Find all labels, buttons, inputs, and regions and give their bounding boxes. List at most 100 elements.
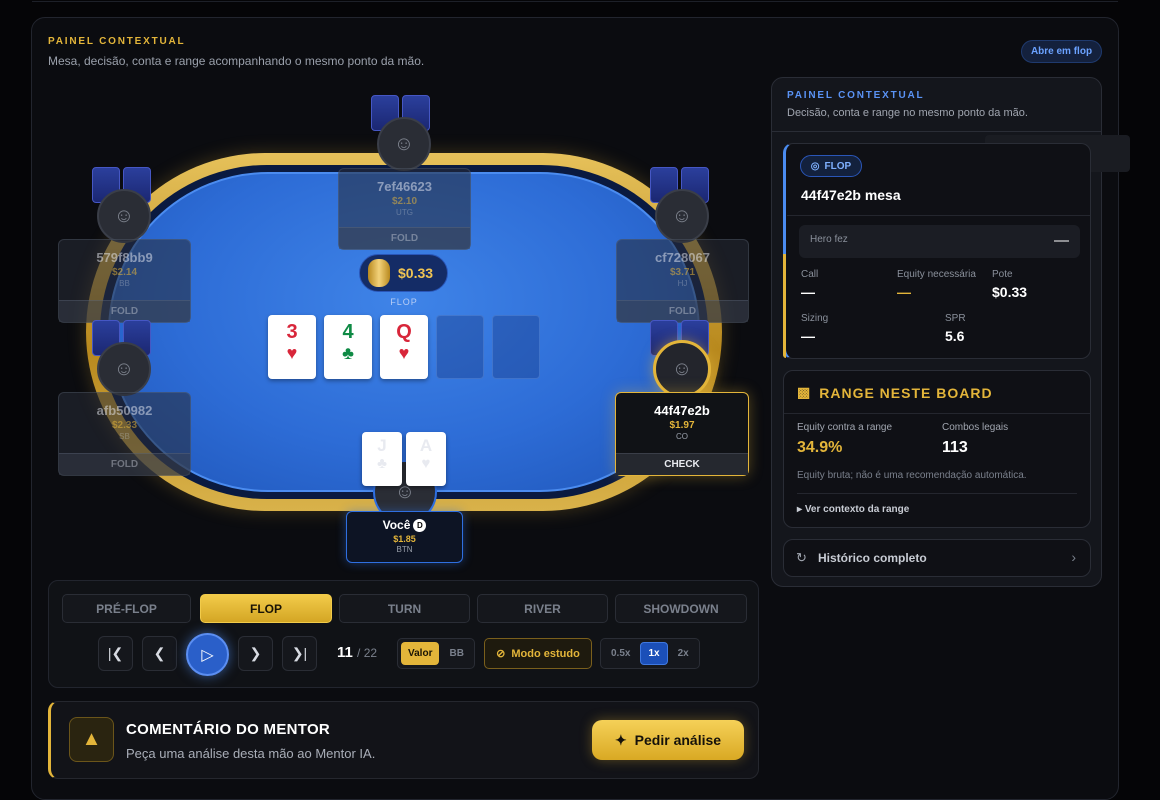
chevron-right-icon: › bbox=[1071, 549, 1076, 565]
seat-stack: $2.14 bbox=[111, 267, 138, 278]
mentor-title: COMENTÁRIO DO MENTOR bbox=[126, 721, 331, 738]
eye-off-icon: ⊘ bbox=[496, 648, 506, 660]
request-analysis-label: Pedir análise bbox=[634, 732, 722, 748]
seat-position: HJ bbox=[677, 279, 688, 288]
card-rank: A bbox=[419, 436, 433, 455]
seat-hj-avatar: ☺ bbox=[655, 189, 709, 243]
chip-icon bbox=[368, 259, 390, 287]
play-icon: ▷ bbox=[201, 646, 214, 664]
hero-stack: $1.85 bbox=[393, 534, 416, 544]
bar-chart-icon: ▩ bbox=[797, 384, 812, 400]
play-button[interactable]: ▷ bbox=[186, 633, 229, 676]
stat-label: SPR bbox=[945, 313, 966, 324]
stat-label: Call bbox=[801, 269, 819, 280]
hero-seat[interactable]: Você D $1.85 BTN bbox=[346, 511, 463, 563]
seat-utg-avatar: ☺ bbox=[377, 117, 431, 171]
seat-position: SB bbox=[119, 432, 130, 441]
top-divider bbox=[32, 0, 1118, 2]
heart-suit-icon: ♥ bbox=[286, 343, 298, 363]
seat-utg[interactable]: 7ef46623 $2.10 UTG FOLD bbox=[338, 168, 471, 250]
speed-option-active[interactable]: 1x bbox=[640, 642, 668, 665]
seat-action: FOLD bbox=[617, 300, 748, 322]
heart-suit-icon: ♥ bbox=[398, 343, 410, 363]
seat-bb[interactable]: 579f8bb9 $2.14 BB FOLD bbox=[58, 239, 191, 323]
range-header: ▩ RANGE NESTE BOARD bbox=[797, 384, 993, 401]
seat-position: BB bbox=[119, 279, 130, 288]
stat-label: Equity necessária bbox=[897, 269, 976, 280]
club-suit-icon: ♣ bbox=[377, 455, 387, 472]
seat-name: 44f47e2b bbox=[654, 403, 710, 418]
range-note: Equity bruta; não é uma recomendação aut… bbox=[797, 470, 1027, 481]
card-rank: J bbox=[377, 436, 387, 455]
seat-co-active[interactable]: 44f47e2b $1.97 CO CHECK bbox=[615, 392, 749, 476]
seat-stack: $3.71 bbox=[669, 267, 696, 278]
step-current: 11 bbox=[337, 644, 353, 661]
seat-action: FOLD bbox=[59, 453, 190, 475]
combos-label: Combos legais bbox=[942, 422, 1009, 433]
seat-sb-avatar: ☺ bbox=[97, 342, 151, 396]
seat-name: 7ef46623 bbox=[377, 179, 432, 194]
open-in-flop-button[interactable]: Abre em flop bbox=[1021, 40, 1102, 63]
hero-name: Você D bbox=[347, 518, 462, 532]
study-mode-button[interactable]: ⊘ Modo estudo bbox=[484, 638, 592, 669]
unit-value-option[interactable]: Valor bbox=[401, 642, 440, 665]
history-icon: ↻ bbox=[796, 550, 807, 565]
skip-to-start-button[interactable]: |❮ bbox=[98, 636, 133, 671]
step-counter: 11 / 22 bbox=[337, 644, 377, 661]
seat-sb[interactable]: afb50982 $2.33 SB FOLD bbox=[58, 392, 191, 476]
seat-action: CHECK bbox=[616, 453, 748, 475]
hero-did-value: — bbox=[1054, 232, 1069, 249]
seat-position: CO bbox=[676, 432, 688, 441]
seat-hj[interactable]: cf728067 $3.71 HJ FOLD bbox=[616, 239, 749, 323]
stat-label: Sizing bbox=[801, 313, 829, 324]
stat-value: $0.33 bbox=[992, 284, 1028, 300]
skip-back-icon: |❮ bbox=[107, 645, 124, 661]
board-card-1: 3 ♥ bbox=[268, 315, 316, 379]
seat-stack: $2.33 bbox=[111, 420, 138, 431]
caret-right-icon: ▸ bbox=[797, 504, 805, 515]
card-rank: Q bbox=[396, 321, 412, 343]
tab-turn[interactable]: TURN bbox=[339, 594, 470, 623]
panel-subtitle: Decisão, conta e range no mesmo ponto da… bbox=[787, 107, 1028, 119]
board-slot-turn bbox=[436, 315, 484, 379]
stat-value: — bbox=[897, 284, 911, 300]
tab-showdown[interactable]: SHOWDOWN bbox=[615, 594, 747, 623]
street-badge-label: FLOP bbox=[824, 160, 852, 172]
seat-position: UTG bbox=[396, 208, 413, 217]
equity-value: 34.9% bbox=[797, 439, 843, 456]
divider bbox=[797, 493, 1077, 494]
hero-name-text: Você bbox=[382, 518, 411, 532]
street-label: FLOP bbox=[390, 297, 418, 307]
divider bbox=[784, 413, 1090, 414]
skip-to-end-button[interactable]: ❯| bbox=[282, 636, 317, 671]
seat-co-avatar: ☺ bbox=[653, 340, 711, 398]
step-total: / 22 bbox=[357, 646, 378, 660]
stat-label: Pote bbox=[992, 269, 1013, 280]
tab-river[interactable]: RIVER bbox=[477, 594, 608, 623]
seat-name: afb50982 bbox=[96, 403, 153, 418]
request-analysis-button[interactable]: ✦ Pedir análise bbox=[592, 720, 744, 760]
step-back-button[interactable]: ❮ bbox=[142, 636, 177, 671]
step-forward-button[interactable]: ❯ bbox=[238, 636, 273, 671]
heart-suit-icon: ♥ bbox=[421, 455, 431, 472]
mentor-subtitle: Peça uma análise desta mão ao Mentor IA. bbox=[126, 746, 376, 761]
graduation-cap-icon: ▲ bbox=[69, 717, 114, 762]
range-card: ▩ RANGE NESTE BOARD Equity contra a range… bbox=[783, 370, 1091, 528]
sizing-stat: Sizing — bbox=[801, 313, 828, 344]
full-history-link[interactable]: ↻ Histórico completo › bbox=[783, 539, 1091, 577]
seat-action: FOLD bbox=[59, 300, 190, 322]
hero-position: BTN bbox=[396, 545, 413, 554]
speed-option[interactable]: 0.5x bbox=[604, 642, 637, 665]
hero-card-1: J ♣ bbox=[362, 432, 402, 486]
table-name: 44f47e2b mesa bbox=[801, 187, 901, 203]
speed-option[interactable]: 2x bbox=[671, 642, 696, 665]
tab-preflop[interactable]: PRÉ-FLOP bbox=[62, 594, 191, 623]
study-mode-label: Modo estudo bbox=[511, 647, 580, 660]
tab-flop[interactable]: FLOP bbox=[200, 594, 332, 623]
hero-card-2: A ♥ bbox=[406, 432, 446, 486]
street-badge: ◎ FLOP bbox=[800, 155, 862, 177]
chevron-left-icon: ❮ bbox=[153, 645, 166, 661]
hero-did-box: Hero fez — bbox=[799, 225, 1080, 258]
unit-bb-option[interactable]: BB bbox=[442, 642, 470, 665]
range-context-toggle[interactable]: ▸ Ver contexto da range bbox=[797, 504, 909, 515]
